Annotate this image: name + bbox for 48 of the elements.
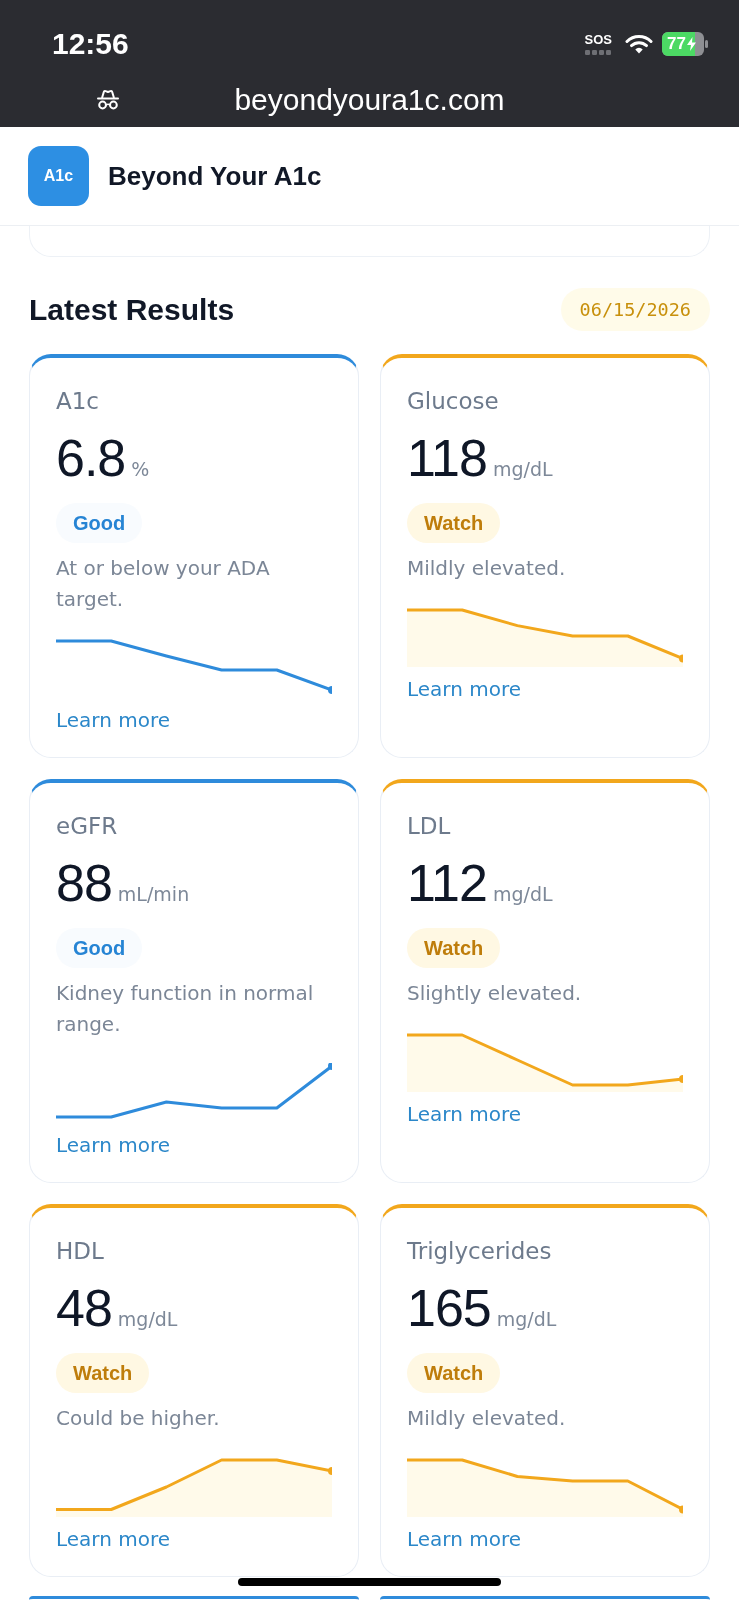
section-title: Latest Results — [29, 291, 235, 328]
learn-more-link[interactable]: Learn more — [56, 1133, 171, 1157]
metric-unit: mg/dL — [492, 457, 553, 481]
metric-unit: mg/dL — [496, 1307, 557, 1331]
status-badge: Good — [56, 503, 143, 543]
site-title[interactable]: Beyond Your A1c — [108, 160, 322, 192]
battery-percent: 77 — [667, 34, 686, 54]
wifi-icon — [625, 34, 653, 54]
status-badge: Watch — [56, 1353, 150, 1393]
learn-more-link[interactable]: Learn more — [56, 1527, 171, 1551]
incognito-icon[interactable] — [97, 89, 119, 110]
metric-name: eGFR — [56, 812, 118, 840]
learn-more-link[interactable]: Learn more — [407, 677, 522, 701]
metric-unit: mL/min — [117, 882, 190, 906]
metric-note: Slightly elevated. — [407, 980, 582, 1007]
logo-badge[interactable]: A1c — [28, 146, 89, 206]
metric-name: LDL — [407, 812, 451, 840]
url-text[interactable]: beyondyoura1c.com — [234, 82, 505, 117]
metric-note: Mildly elevated. — [407, 555, 566, 582]
date-badge: 06/15/2026 — [560, 288, 710, 331]
sos-label: SOS — [584, 33, 612, 46]
status-badge: Good — [56, 928, 143, 968]
metric-value: 6.8 — [56, 430, 126, 486]
status-badge: Watch — [407, 1353, 501, 1393]
metric-unit: mg/dL — [492, 882, 553, 906]
signal-dots-icon — [585, 50, 612, 55]
metric-unit: mg/dL — [117, 1307, 178, 1331]
metric-unit: % — [131, 457, 150, 481]
metric-note: Could be higher. — [56, 1405, 220, 1432]
status-badge: Watch — [407, 928, 501, 968]
metric-name: A1c — [56, 387, 99, 415]
metric-value: 118 — [407, 430, 487, 486]
metric-name: HDL — [56, 1237, 104, 1265]
metric-note: Mildly elevated. — [407, 1405, 566, 1432]
learn-more-link[interactable]: Learn more — [407, 1527, 522, 1551]
metric-name: Triglycerides — [407, 1237, 552, 1265]
metric-value: 88 — [56, 855, 112, 911]
battery-icon — [662, 32, 708, 56]
learn-more-link[interactable]: Learn more — [407, 1102, 522, 1126]
metric-value: 112 — [407, 855, 487, 911]
metric-name: Glucose — [407, 387, 499, 415]
status-time: 12:56 — [52, 26, 129, 62]
metric-value: 165 — [407, 1280, 491, 1336]
metric-value: 48 — [56, 1280, 112, 1336]
metric-note: Kidney function in normal range. — [56, 980, 315, 1038]
learn-more-link[interactable]: Learn more — [56, 708, 171, 732]
metric-note: At or below your ADA target. — [56, 555, 271, 613]
status-badge: Watch — [407, 503, 501, 543]
